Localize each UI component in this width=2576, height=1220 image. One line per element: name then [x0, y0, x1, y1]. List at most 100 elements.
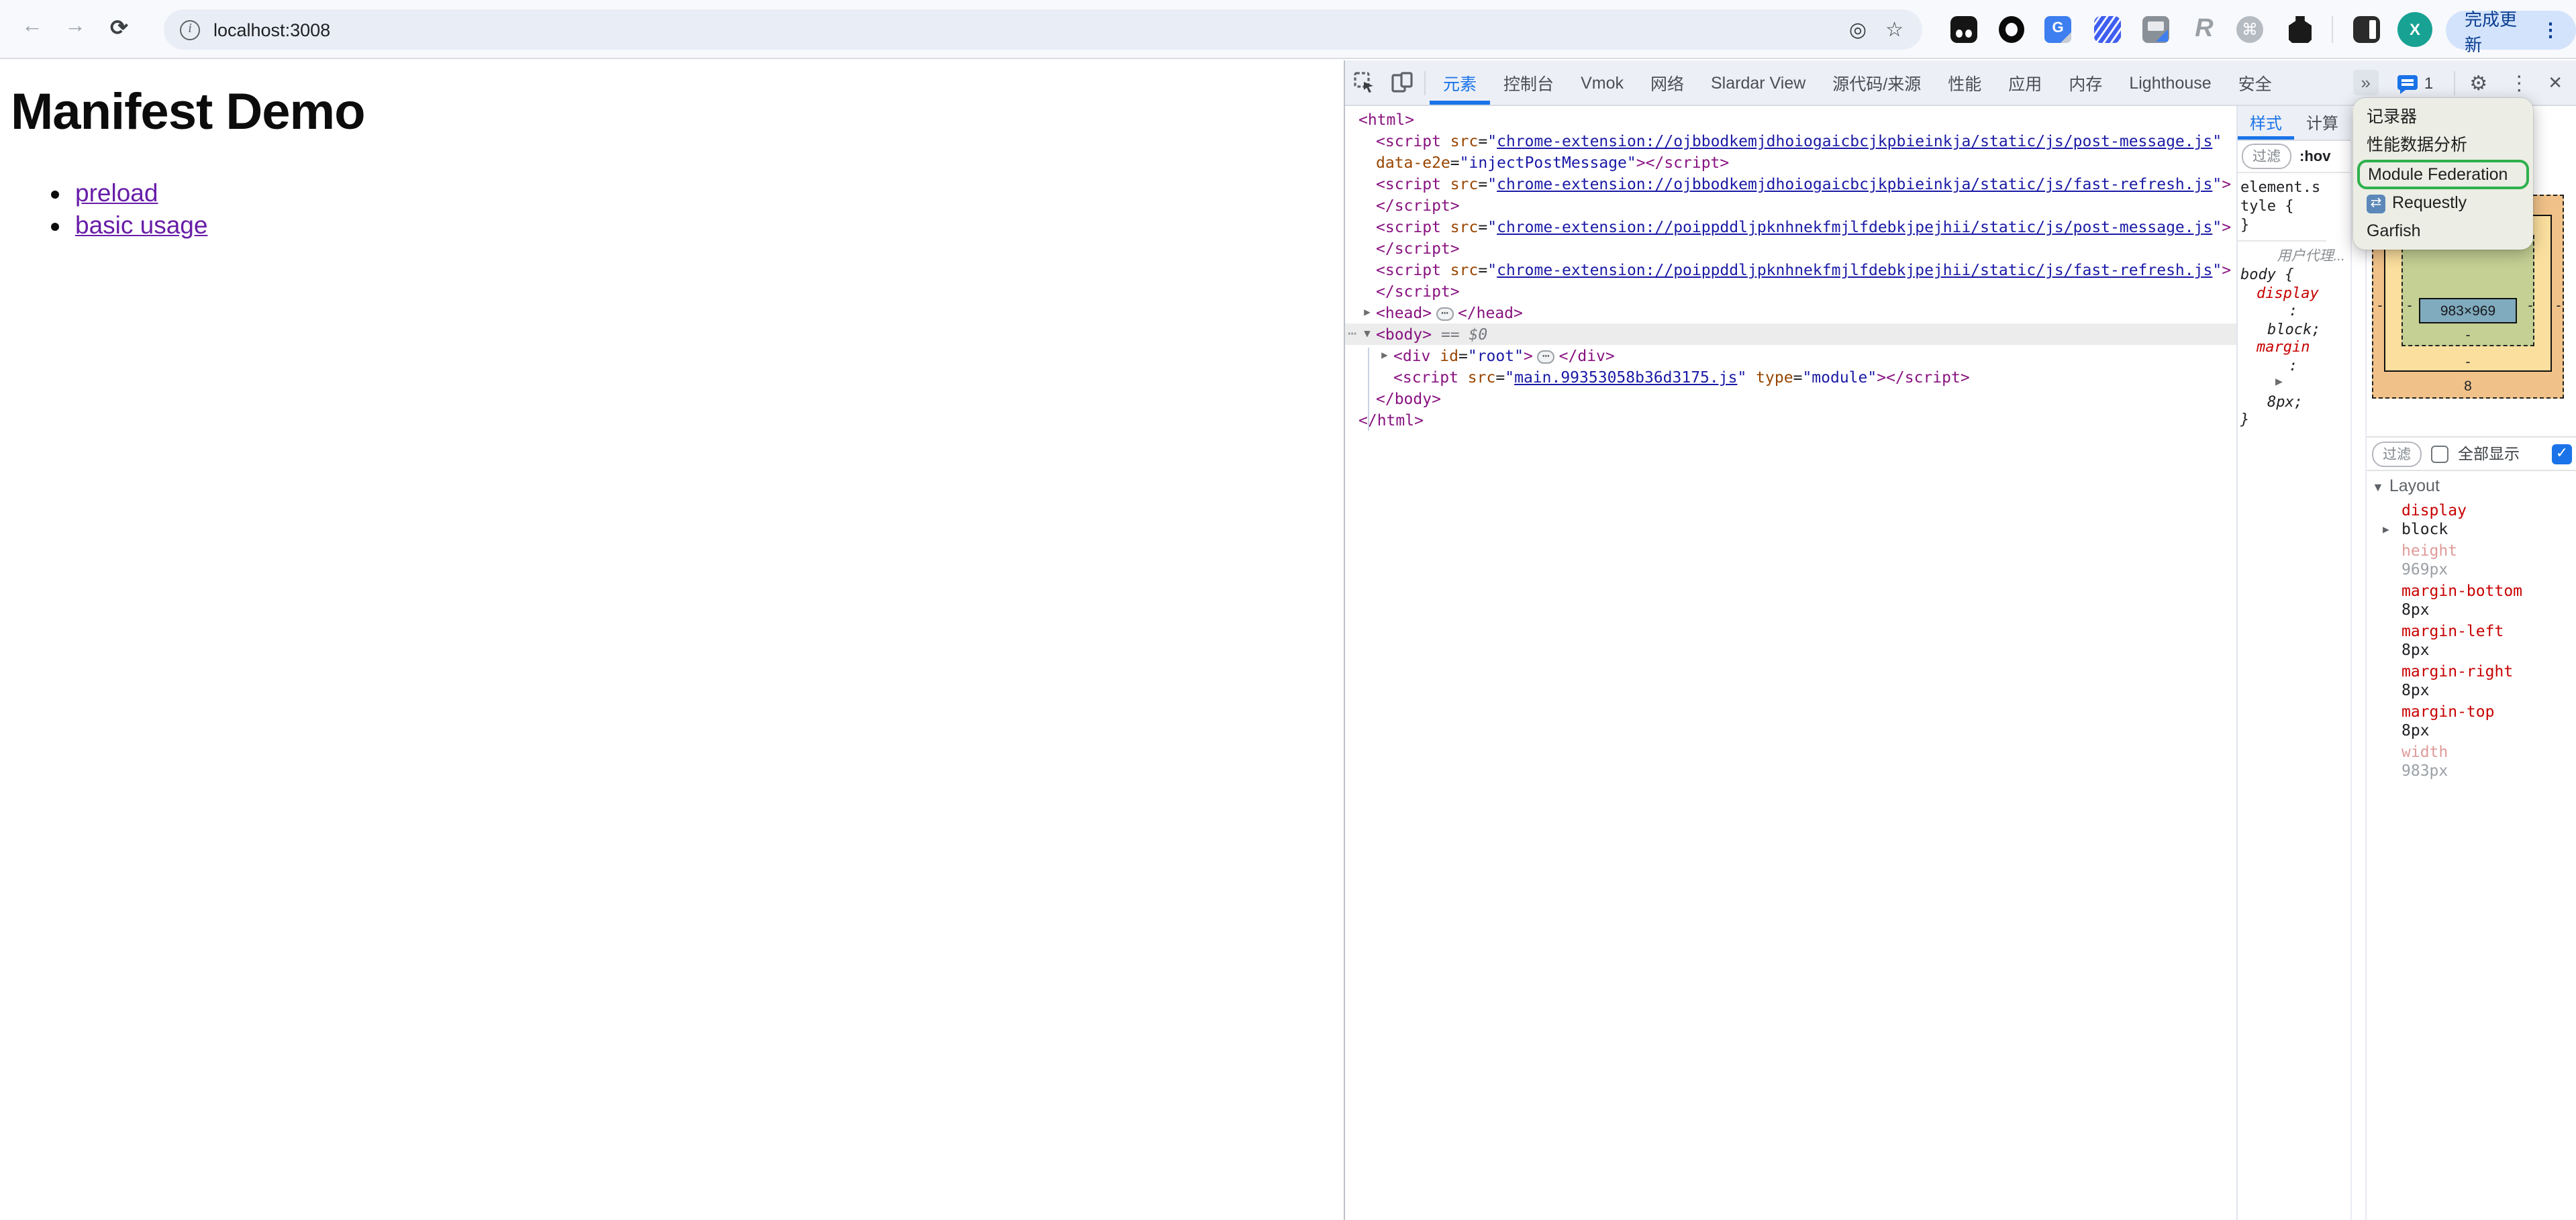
tab-computed[interactable]: 计算 [2294, 106, 2350, 140]
box-content-size: 983×969 [2419, 298, 2517, 323]
tab-sources[interactable]: 源代码/来源 [1819, 60, 1934, 105]
inline-collapsed-dots-icon[interactable]: ⋯ [1436, 307, 1454, 321]
address-bar[interactable]: i localhost:3008 ◎ ☆ [164, 9, 1922, 50]
computed-property[interactable]: height969px [2367, 540, 2576, 580]
devtools-menu-kebab-icon[interactable]: ⋮ [2509, 70, 2529, 95]
tab-application[interactable]: 应用 [1995, 60, 2055, 105]
basic-usage-link[interactable]: basic usage [75, 211, 207, 239]
dom-tree-row[interactable]: </body> [1345, 388, 2236, 409]
dom-tree-row[interactable]: ▶<div id="root">⋯</div> [1345, 345, 2236, 366]
dom-tree-row[interactable]: <script src="chrome-extension://ojbbodke… [1345, 130, 2236, 152]
computed-property[interactable]: margin-left8px [2367, 620, 2576, 660]
collapsed-arrow-icon[interactable]: ▶ [1358, 302, 1376, 323]
tab-lighthouse[interactable]: Lighthouse [2116, 60, 2224, 105]
extension-print-icon[interactable] [2142, 16, 2169, 43]
profile-avatar[interactable]: X [2397, 12, 2432, 47]
computed-property[interactable]: margin-right8px [2367, 660, 2576, 701]
styles-sidebar: 样式 计算 过滤 :hov element.style { } 用户代理... … [2238, 106, 2350, 1220]
show-all-checkbox[interactable] [2431, 445, 2448, 462]
code-token: <div [1393, 346, 1430, 365]
computed-filter-input[interactable]: 过滤 [2372, 441, 2422, 466]
tab-security[interactable]: 安全 [2225, 60, 2285, 105]
dom-tree-row[interactable]: ⋯▼<body> == $0 [1345, 323, 2236, 345]
expanded-arrow-icon[interactable]: ▼ [1358, 323, 1376, 345]
computed-property[interactable]: margin-bottom8px [2367, 580, 2576, 620]
computed-property[interactable]: width983px [2367, 741, 2576, 781]
dom-tree-row[interactable]: data-e2e="injectPostMessage"></script> [1345, 152, 2236, 173]
resource-link[interactable]: chrome-extension://poippddljpknhnekfmjlf… [1497, 217, 2212, 236]
group-checkbox-checked[interactable]: ✓ [2552, 444, 2572, 464]
dom-tree-row[interactable]: <html> [1345, 109, 2236, 130]
tab-performance[interactable]: 性能 [1934, 60, 1995, 105]
code-token: </script> [1376, 282, 1460, 301]
row-overflow-dots-icon[interactable]: ⋯ [1348, 323, 1355, 345]
resource-link[interactable]: chrome-extension://ojbbodkemjdhoiogaicbc… [1497, 174, 2212, 193]
indent-guide [1368, 348, 1369, 431]
refresh-icon[interactable]: ⟳ [110, 15, 128, 42]
menu-item-recorder[interactable]: 记录器 [2353, 103, 2533, 132]
dom-tree-row[interactable]: </script> [1345, 281, 2236, 302]
tab-styles[interactable]: 样式 [2238, 106, 2294, 140]
bookmark-star-icon[interactable]: ☆ [1885, 17, 1903, 42]
resource-link[interactable]: chrome-extension://ojbbodkemjdhoiogaicbc… [1497, 132, 2212, 150]
property-expand-arrow-icon[interactable]: ▶ [2383, 521, 2389, 540]
browser-menu-kebab-icon[interactable]: ⋮ [2541, 19, 2560, 42]
side-panel-icon[interactable] [2353, 16, 2380, 43]
collapsed-arrow-icon[interactable]: ▶ [1376, 345, 1393, 366]
menu-item-requestly[interactable]: ⇄Requestly [2353, 189, 2533, 217]
computed-property[interactable]: margin-top8px [2367, 701, 2576, 741]
menu-item-module-federation[interactable]: Module Federation [2357, 160, 2529, 189]
toggle-hover-state-button[interactable]: :hov [2299, 148, 2330, 164]
resource-link[interactable]: main.99353058b36d3175.js [1514, 368, 1737, 387]
tab-console[interactable]: 控制台 [1490, 60, 1567, 105]
extensions-flask-icon[interactable] [2289, 16, 2312, 43]
styles-filter-input[interactable]: 过滤 [2242, 144, 2291, 169]
menu-item-performance-insights[interactable]: 性能数据分析 [2353, 132, 2533, 160]
style-rule-line: : [2240, 356, 2350, 374]
extension-oval-icon[interactable] [1999, 16, 2024, 43]
inline-collapsed-dots-icon[interactable]: ⋯ [1537, 350, 1555, 364]
dom-tree-row[interactable]: </script> [1345, 238, 2236, 259]
devtools-close-icon[interactable]: ✕ [2548, 72, 2563, 93]
preload-link[interactable]: preload [75, 179, 158, 207]
extension-r-icon[interactable]: R [2191, 16, 2218, 43]
dom-tree-row[interactable]: <script src="chrome-extension://poippddl… [1345, 216, 2236, 238]
menu-item-garfish[interactable]: Garfish [2353, 217, 2533, 246]
tab-elements[interactable]: 元素 [1430, 60, 1490, 105]
sidebar-splitter[interactable] [2350, 106, 2367, 1220]
computed-property[interactable]: display▶block [2367, 499, 2576, 540]
settings-gear-icon[interactable]: ⚙ [2469, 70, 2487, 95]
extension-command-icon[interactable]: ⌘ [2236, 16, 2263, 43]
property-name: height [2401, 541, 2576, 560]
dom-tree-row[interactable]: ▶<head>⋯</head> [1345, 302, 2236, 323]
code-token: == $0 [1432, 325, 1487, 344]
code-token: = [1495, 368, 1505, 387]
back-icon[interactable]: ← [21, 15, 43, 39]
element-style-rule[interactable]: element.style { } [2238, 173, 2326, 242]
device-toolbar-icon[interactable] [1383, 60, 1420, 105]
site-info-icon[interactable]: i [180, 19, 200, 40]
preview-eye-icon[interactable]: ◎ [1849, 17, 1867, 42]
url-text[interactable]: localhost:3008 [213, 19, 330, 40]
dom-tree-row[interactable]: <script src="chrome-extension://poippddl… [1345, 259, 2236, 281]
more-tabs-icon[interactable]: » [2352, 70, 2378, 95]
update-chrome-button[interactable]: 完成更新 ⋮ [2446, 11, 2576, 50]
issues-button[interactable]: 1 [2397, 73, 2433, 92]
tab-slardar-view[interactable]: Slardar View [1697, 60, 1819, 105]
extension-panda-icon[interactable] [1950, 16, 1977, 43]
tab-network[interactable]: 网络 [1637, 60, 1697, 105]
forward-icon[interactable]: → [64, 15, 86, 39]
dom-tree-row[interactable]: <script src="main.99353058b36d3175.js" t… [1345, 366, 2236, 388]
tab-memory[interactable]: 内存 [2055, 60, 2116, 105]
resource-link[interactable]: chrome-extension://poippddljpknhnekfmjlf… [1497, 260, 2212, 279]
layout-section-header[interactable]: ▼Layout [2372, 476, 2440, 495]
inspect-element-icon[interactable] [1345, 60, 1383, 105]
extension-stripes-icon[interactable] [2094, 16, 2121, 43]
dom-tree-row[interactable]: </script> [1345, 195, 2236, 216]
dom-tree-row[interactable]: </html> [1345, 409, 2236, 431]
body-style-rule[interactable]: body {display:block;margin:▶8px;} [2238, 266, 2350, 429]
extension-translate-icon[interactable]: G [2044, 16, 2071, 43]
box-right-outer-value: - [2557, 298, 2561, 314]
dom-tree-row[interactable]: <script src="chrome-extension://ojbbodke… [1345, 173, 2236, 195]
tab-vmok[interactable]: Vmok [1567, 60, 1637, 105]
